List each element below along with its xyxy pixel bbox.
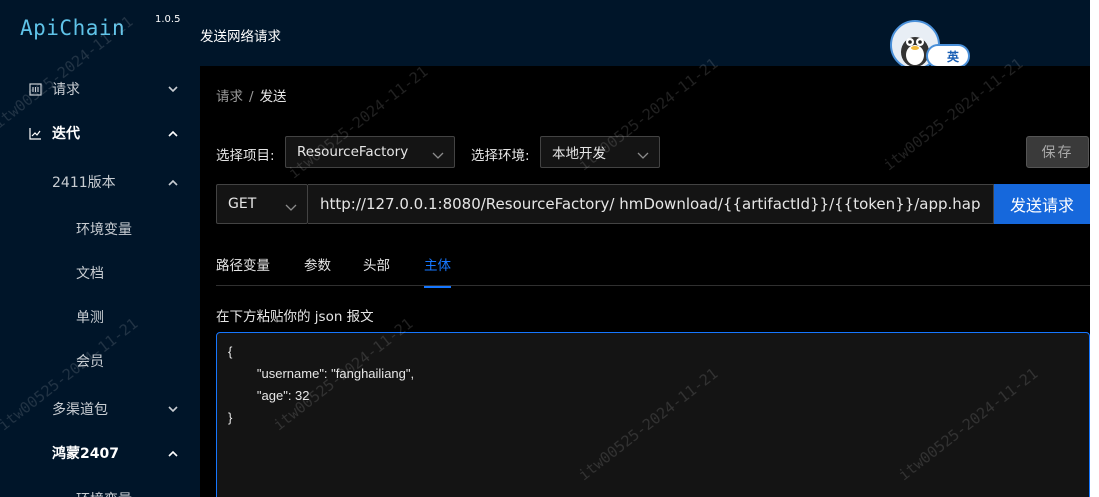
request-tabs: 路径变量 参数 头部 主体	[216, 242, 1090, 288]
breadcrumb-separator: /	[249, 89, 254, 105]
tab-body[interactable]: 主体	[424, 254, 451, 288]
json-body-editor[interactable]: { "username": "fanghailiang", "age": 32 …	[216, 332, 1090, 497]
chevron-up-icon	[168, 177, 178, 187]
app-logo: ApiChain	[20, 16, 126, 40]
request-icon	[28, 82, 42, 96]
environment-select-value: 本地开发	[552, 146, 606, 162]
url-input[interactable]: http://127.0.0.1:8080/ResourceFactory/ h…	[308, 184, 994, 224]
sidebar-item-unit-test[interactable]: 单测	[0, 295, 200, 339]
chart-icon	[28, 126, 42, 140]
sidebar-item-member[interactable]: 会员	[0, 339, 200, 383]
sidebar-item-2411-version[interactable]: 2411版本	[0, 160, 200, 204]
chevron-down-icon	[168, 404, 178, 414]
sidebar-item-docs[interactable]: 文档	[0, 251, 200, 295]
sidebar-item-env-vars-2[interactable]: 环境变量	[0, 477, 200, 497]
sidebar: ApiChain 1.0.5 请求 迭代 2411版本 环境变量 文档 单测 会…	[0, 0, 200, 497]
language-toggle[interactable]: 英	[926, 44, 970, 68]
sidebar-item-label: 2411版本	[52, 175, 116, 191]
project-select[interactable]: ResourceFactory	[285, 136, 455, 168]
project-select-value: ResourceFactory	[297, 144, 409, 160]
sidebar-item-harmony-2407[interactable]: 鸿蒙2407	[0, 431, 200, 475]
chevron-up-icon	[168, 448, 178, 458]
send-request-button[interactable]: 发送请求	[994, 184, 1090, 224]
chevron-down-icon	[285, 200, 297, 211]
sidebar-item-label: 请求	[52, 82, 80, 98]
app-version: 1.0.5	[155, 14, 181, 25]
breadcrumb: 请求 / 发送	[216, 85, 287, 105]
sidebar-item-label: 单测	[76, 310, 104, 326]
sidebar-item-label: 环境变量	[76, 489, 132, 497]
chevron-up-icon	[168, 128, 178, 138]
tab-headers[interactable]: 头部	[363, 254, 390, 286]
project-label: 选择项目:	[216, 148, 275, 164]
save-button[interactable]: 保存	[1026, 136, 1089, 168]
sidebar-item-label: 迭代	[52, 126, 80, 142]
header-title: 发送网络请求	[200, 29, 281, 45]
sidebar-item-env-vars[interactable]: 环境变量	[0, 207, 200, 251]
body-hint: 在下方粘贴你的 json 报文	[216, 309, 374, 325]
sidebar-item-multi-channel[interactable]: 多渠道包	[0, 387, 200, 431]
environment-label: 选择环境:	[471, 148, 530, 164]
sidebar-item-label: 文档	[76, 266, 104, 282]
sidebar-item-label: 多渠道包	[52, 402, 108, 418]
sidebar-item-iteration[interactable]: 迭代	[0, 111, 200, 155]
chevron-down-icon	[168, 84, 178, 94]
chevron-down-icon	[432, 148, 444, 159]
method-select[interactable]: GET	[216, 184, 308, 224]
window-edge	[1090, 0, 1099, 497]
method-select-value: GET	[228, 196, 257, 212]
environment-select[interactable]: 本地开发	[540, 136, 660, 168]
top-header: 发送网络请求 英	[200, 0, 1099, 70]
sidebar-item-label: 会员	[76, 354, 104, 370]
tab-params[interactable]: 参数	[304, 254, 331, 286]
breadcrumb-parent[interactable]: 请求	[216, 89, 243, 105]
breadcrumb-current: 发送	[259, 89, 287, 105]
chevron-down-icon	[637, 148, 649, 159]
tab-path-variables[interactable]: 路径变量	[216, 254, 270, 286]
sidebar-item-label: 鸿蒙2407	[52, 446, 119, 462]
sidebar-item-request[interactable]: 请求	[0, 67, 200, 111]
sidebar-item-label: 环境变量	[76, 222, 132, 238]
user-area[interactable]: 英	[890, 20, 972, 70]
main-content: 请求 / 发送 选择项目: ResourceFactory 选择环境: 本地开发 保…	[200, 66, 1090, 497]
